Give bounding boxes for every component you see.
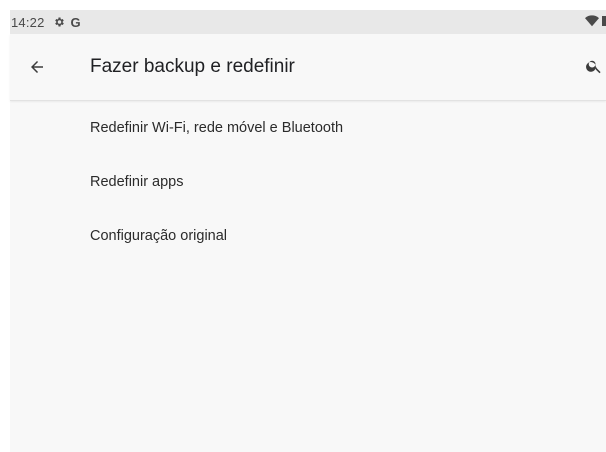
back-button[interactable] xyxy=(24,54,50,80)
search-icon xyxy=(586,60,601,74)
status-time: 14:22 xyxy=(11,14,45,30)
arrow-back-icon xyxy=(31,61,43,73)
option-reset-network[interactable]: Redefinir Wi-Fi, rede móvel e Bluetooth xyxy=(10,101,606,155)
status-right-icons xyxy=(585,15,606,27)
app-bar: Fazer backup e redefinir xyxy=(10,34,606,101)
page-title: Fazer backup e redefinir xyxy=(90,56,295,77)
settings-gear-icon xyxy=(53,16,65,28)
battery-icon xyxy=(602,16,606,26)
option-label: Redefinir apps xyxy=(90,174,184,190)
option-label: Redefinir Wi-Fi, rede móvel e Bluetooth xyxy=(90,120,344,136)
settings-screen: 14:22 G Fazer backup e redefinir Redefin… xyxy=(10,10,606,452)
wifi-icon xyxy=(585,15,599,27)
option-reset-apps[interactable]: Redefinir apps xyxy=(10,155,606,209)
google-g-icon: G xyxy=(70,14,81,30)
status-bar: 14:22 G xyxy=(10,10,606,34)
search-button[interactable] xyxy=(584,56,604,76)
option-factory-reset[interactable]: Configuração original xyxy=(10,209,606,263)
option-label: Configuração original xyxy=(90,228,228,244)
reset-options-list: Redefinir Wi-Fi, rede móvel e Bluetooth … xyxy=(10,101,606,263)
